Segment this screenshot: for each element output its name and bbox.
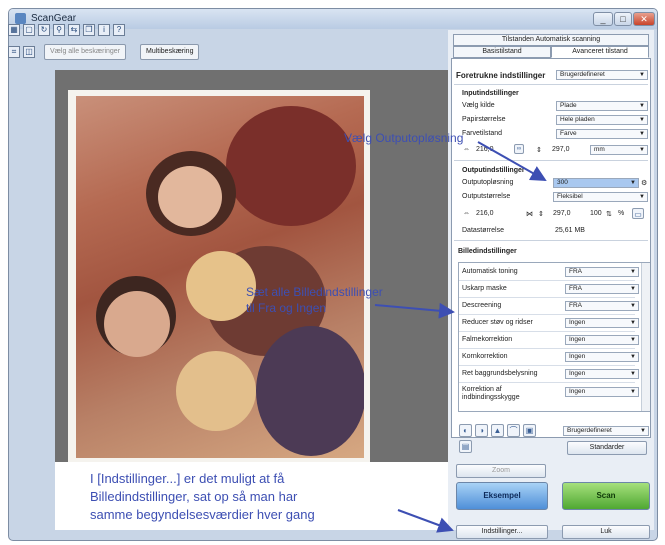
arrow-to-resolution: [477, 141, 547, 181]
arrow-to-settings-button: [397, 509, 454, 533]
arrow-to-image-settings: [374, 302, 455, 319]
annotation-arrows: [374, 141, 547, 533]
